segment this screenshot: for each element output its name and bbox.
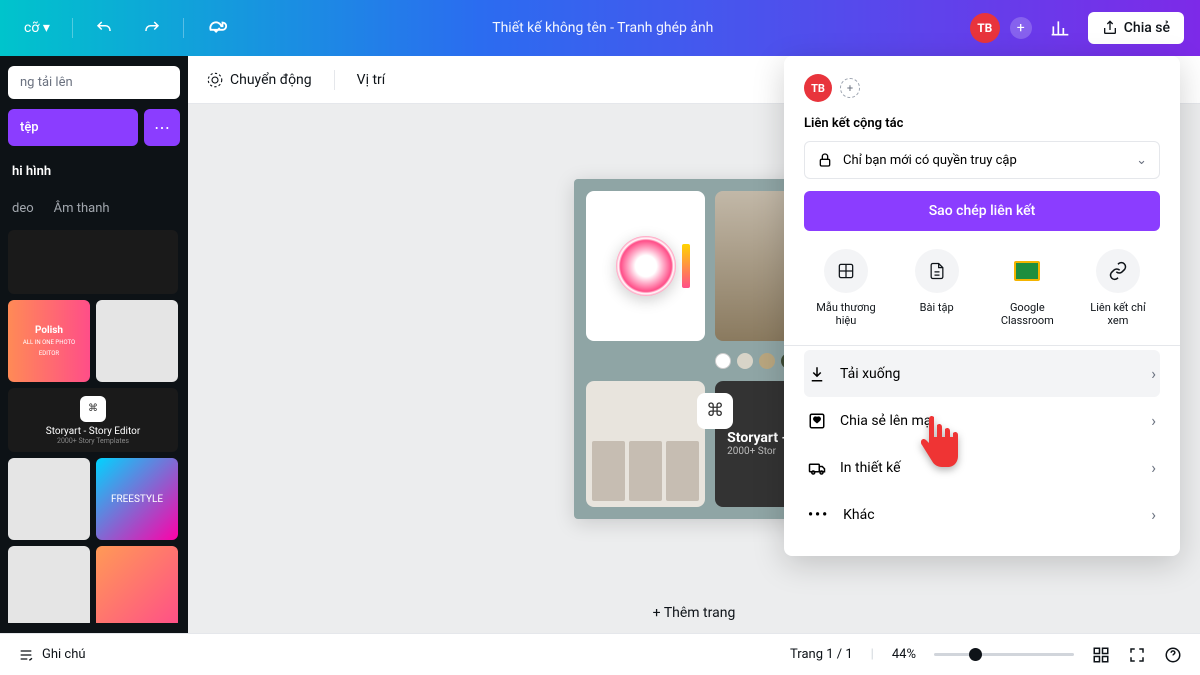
add-member-button[interactable]: + [1010, 17, 1032, 39]
position-button[interactable]: Vị trí [357, 72, 386, 88]
page-indicator: Trang 1 / 1 [790, 647, 853, 662]
chevron-right-icon: › [1151, 364, 1156, 383]
print-item[interactable]: In thiết kế › [804, 444, 1160, 491]
zoom-slider[interactable] [934, 653, 1074, 656]
fullscreen-button[interactable] [1128, 646, 1146, 664]
download-icon [808, 365, 826, 383]
tab-audio[interactable]: Âm thanh [54, 201, 110, 216]
document-icon [915, 249, 959, 293]
template-icon [824, 249, 868, 293]
more-icon: ••• [808, 507, 829, 523]
access-dropdown[interactable]: Chỉ bạn mới có quyền truy cập ⌄ [804, 141, 1160, 179]
record-self-button[interactable]: hi hình [8, 156, 180, 187]
footer-bar: Ghi chú Trang 1 / 1 | 44% [0, 633, 1200, 675]
share-google-classroom[interactable]: Google Classroom [989, 249, 1065, 327]
share-view-only-link[interactable]: Liên kết chỉ xem [1080, 249, 1156, 327]
upload-thumbnail[interactable] [96, 300, 178, 382]
top-bar: cỡ ▾ Thiết kế không tên - Tranh ghép ảnh… [0, 0, 1200, 56]
add-collaborator-button[interactable]: + [840, 78, 860, 98]
lock-icon [817, 152, 833, 168]
lens-icon [616, 236, 676, 296]
redo-button[interactable] [135, 13, 169, 43]
upload-more-button[interactable]: ⋯ [144, 109, 180, 146]
upload-thumbnail[interactable]: FREESTYLE [96, 458, 178, 540]
download-item[interactable]: Tải xuống › [804, 350, 1160, 397]
heart-icon [808, 412, 826, 430]
upload-thumbnail[interactable]: ⌘Storyart - Story Editor2000+ Story Temp… [8, 388, 178, 452]
collab-link-label: Liên kết cộng tác [804, 116, 1160, 131]
resize-button[interactable]: cỡ ▾ [16, 14, 58, 42]
user-avatar[interactable]: TB [804, 74, 832, 102]
share-brand-template[interactable]: Mẫu thương hiệu [808, 249, 884, 327]
chevron-down-icon: ⌄ [1136, 153, 1147, 168]
classroom-icon [1005, 249, 1049, 293]
truck-icon [808, 459, 826, 477]
analytics-button[interactable] [1042, 12, 1078, 44]
zoom-value[interactable]: 44% [892, 647, 916, 662]
collage-cell[interactable] [586, 191, 705, 341]
chevron-right-icon: › [1151, 458, 1156, 477]
help-button[interactable] [1164, 646, 1182, 664]
undo-button[interactable] [87, 13, 121, 43]
share-assignment[interactable]: Bài tập [899, 249, 975, 327]
copy-link-button[interactable]: Sao chép liên kết [804, 191, 1160, 231]
search-input[interactable]: ng tải lên [8, 66, 180, 99]
animate-button[interactable]: Chuyển động [206, 71, 312, 89]
chevron-right-icon: › [1151, 411, 1156, 430]
upload-thumbnail[interactable] [8, 546, 90, 623]
link-icon [1096, 249, 1140, 293]
upload-thumbnail[interactable] [8, 230, 178, 294]
share-button[interactable]: Chia sẻ [1088, 12, 1184, 44]
color-swatch[interactable] [715, 353, 731, 369]
grid-view-button[interactable] [1092, 646, 1110, 664]
user-avatar[interactable]: TB [970, 13, 1000, 43]
uploads-sidebar: ng tải lên tệp ⋯ hi hình deo Âm thanh Po… [0, 56, 188, 633]
cloud-sync-icon[interactable] [198, 11, 236, 45]
notes-button[interactable]: Ghi chú [18, 647, 86, 663]
add-page-button[interactable]: + Thêm trang [188, 593, 1200, 633]
chevron-right-icon: › [1151, 505, 1156, 524]
link-icon: ⌘ [697, 393, 733, 429]
upload-thumbnail[interactable]: PolishALL IN ONE PHOTO EDITOR [8, 300, 90, 382]
collage-cell[interactable] [586, 381, 705, 507]
share-social-item[interactable]: Chia sẻ lên mạ › [804, 397, 1160, 444]
upload-thumbnail[interactable] [96, 546, 178, 623]
color-swatch[interactable] [737, 353, 753, 369]
share-panel: TB + Liên kết cộng tác Chỉ bạn mới có qu… [784, 56, 1180, 556]
upload-thumbnail[interactable] [8, 458, 90, 540]
upload-button[interactable]: tệp [8, 109, 138, 146]
color-swatch[interactable] [759, 353, 775, 369]
document-title[interactable]: Thiết kế không tên - Tranh ghép ảnh [236, 20, 970, 36]
more-item[interactable]: ••• Khác › [804, 491, 1160, 538]
tab-video[interactable]: deo [12, 201, 34, 216]
